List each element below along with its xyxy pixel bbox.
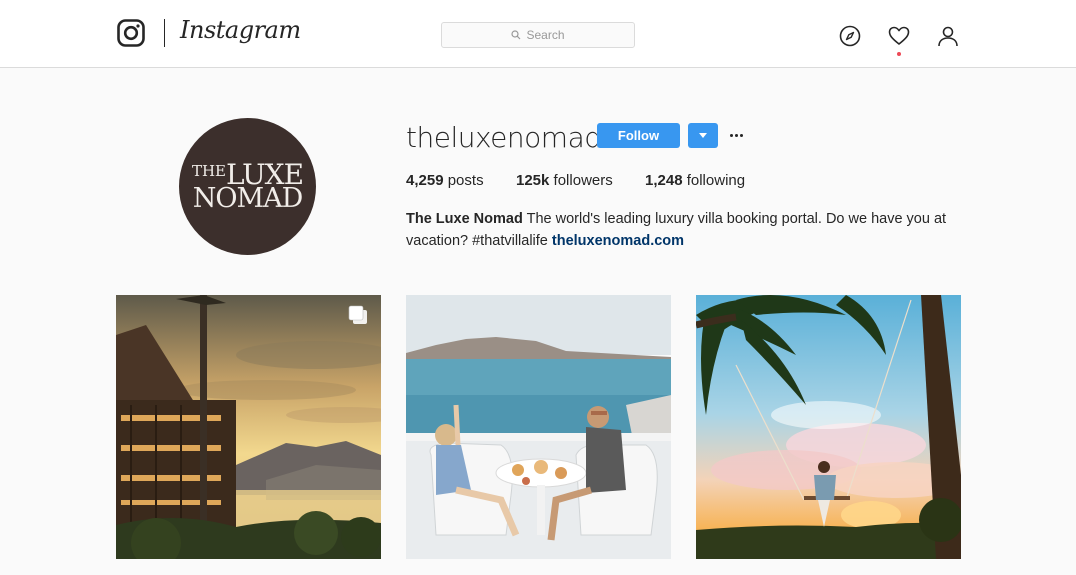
suggestions-dropdown-button[interactable] [688,123,718,148]
profile-avatar[interactable]: THELUXE NOMAD [179,118,316,255]
following-count: 1,248 [645,172,683,189]
profile-bio: The Luxe Nomad The world's leading luxur… [406,208,966,252]
ellipsis-dot-icon [729,133,733,137]
chevron-down-icon [699,133,707,138]
sunset-villa-image [116,295,381,559]
couple-breakfast-image [406,295,671,559]
instagram-glyph-icon[interactable] [117,19,145,47]
palm-swing-image [696,295,961,559]
bio-name: The Luxe Nomad [406,211,523,227]
bio-website-link[interactable]: theluxenomad.com [552,233,684,249]
explore-compass-icon[interactable] [839,25,861,47]
follow-button[interactable]: Follow [597,123,680,148]
more-options-button[interactable] [727,127,745,143]
the-luxe-nomad-logo: THELUXE NOMAD [191,157,304,214]
posts-label: posts [447,172,484,189]
activity-heart-icon[interactable] [888,25,910,47]
following-label: following [686,172,746,189]
post-thumbnail[interactable] [696,295,961,559]
following-stat[interactable]: 1,248 following [645,172,745,189]
followers-label: followers [553,172,613,189]
profile-username: theluxenomad [406,121,602,154]
post-thumbnail[interactable] [116,295,381,559]
nav-divider [164,19,165,47]
multiple-photos-icon [348,305,367,324]
profile-person-icon[interactable] [937,25,959,47]
search-icon [511,30,521,40]
top-nav-bar: Instagram Search [0,0,1076,68]
notification-dot [897,52,901,56]
posts-stat: 4,259 posts [406,172,484,189]
search-placeholder: Search [526,28,565,42]
post-thumbnail[interactable] [406,295,671,559]
ellipsis-dot-icon [734,133,738,137]
instagram-wordmark[interactable]: Instagram [180,16,301,44]
followers-count: 125k [516,172,550,189]
posts-count: 4,259 [406,172,444,189]
ellipsis-dot-icon [739,133,743,137]
search-input[interactable]: Search [441,22,635,48]
followers-stat[interactable]: 125k followers [516,172,613,189]
